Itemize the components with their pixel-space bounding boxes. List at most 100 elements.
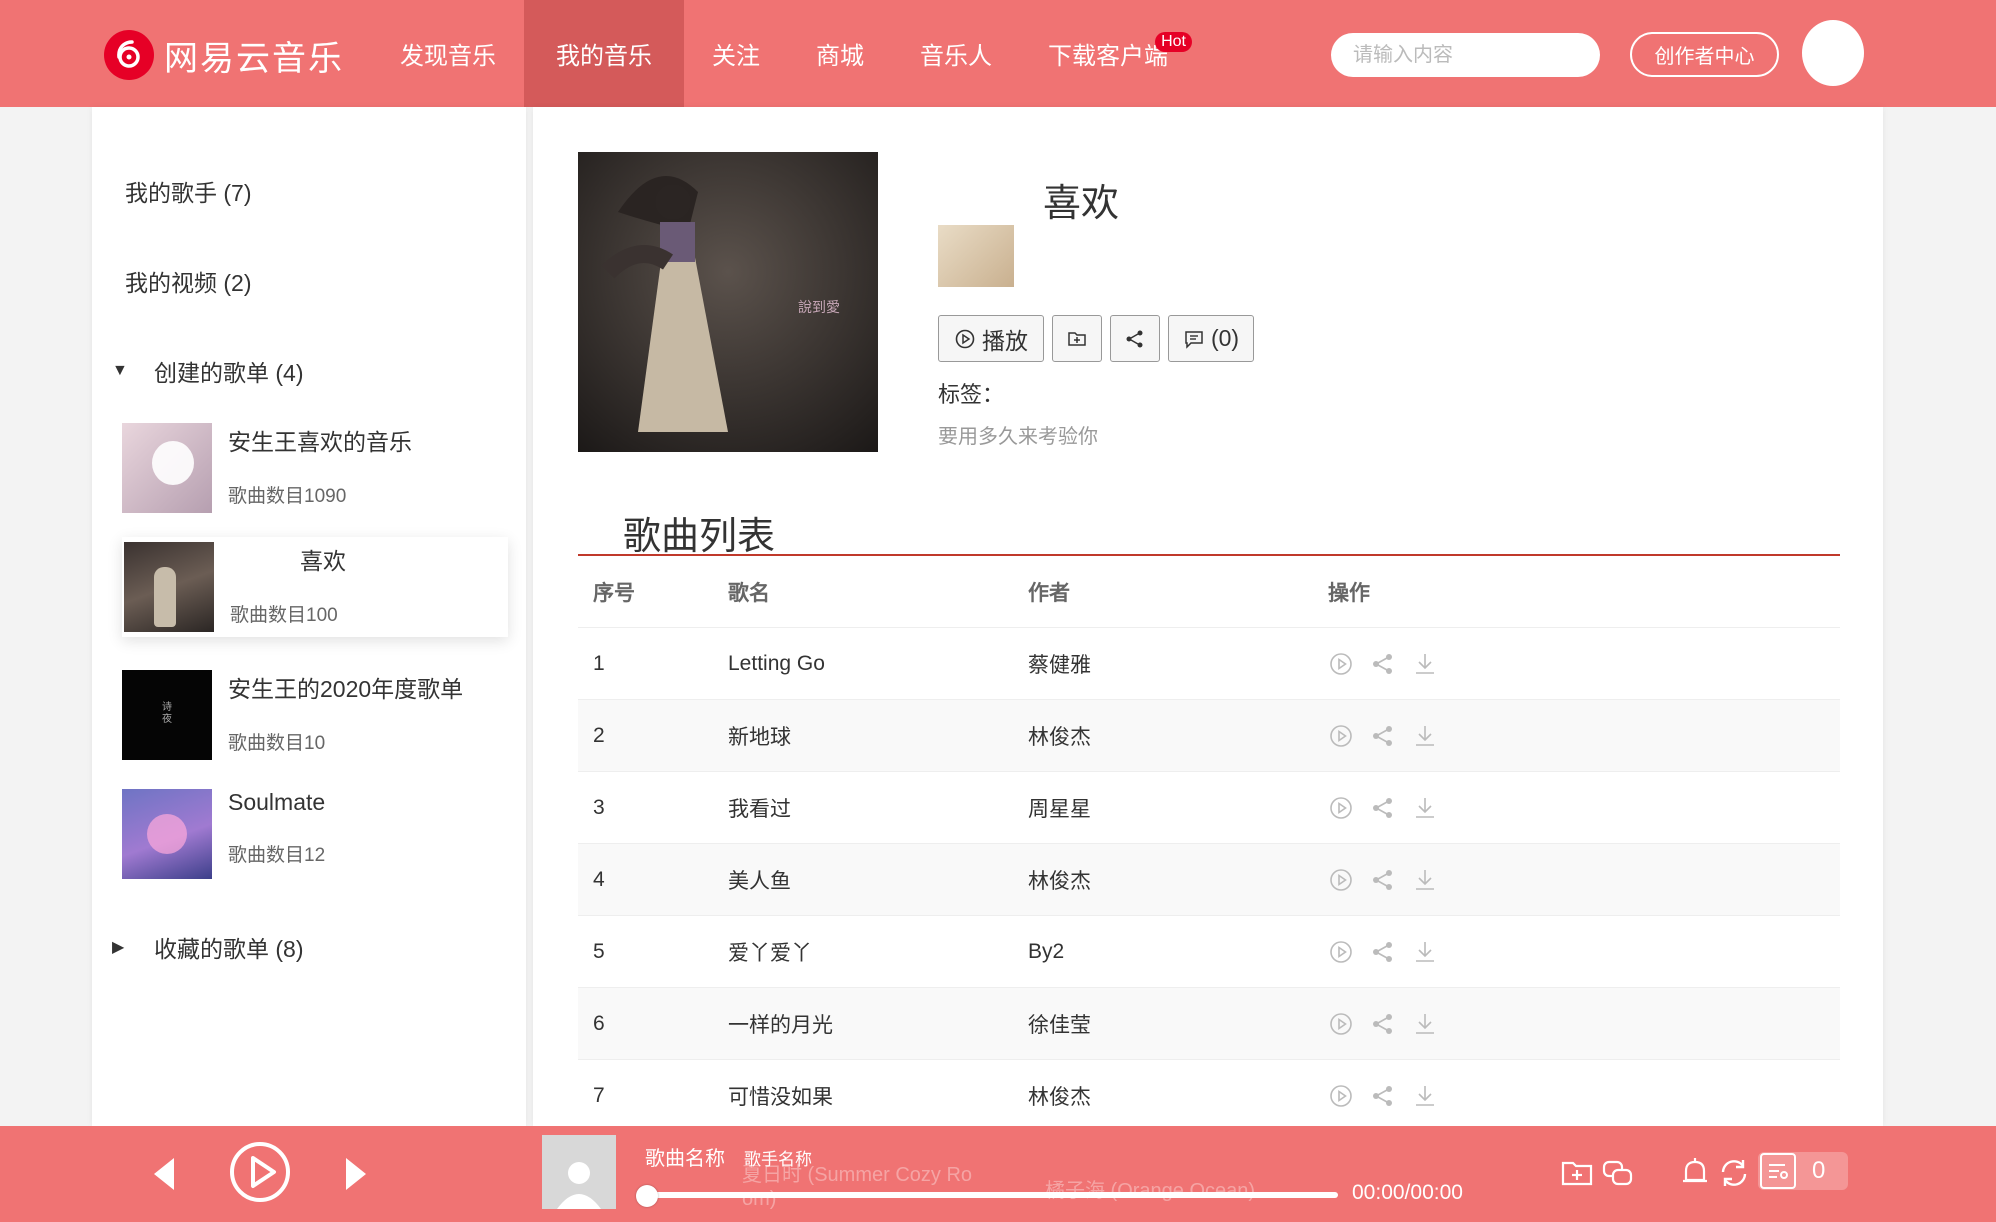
loop-icon[interactable]: [1717, 1156, 1751, 1190]
song-artist[interactable]: 蔡健雅: [1028, 649, 1328, 679]
play-song-icon[interactable]: [1328, 795, 1354, 821]
nav-store[interactable]: 商城: [788, 0, 892, 107]
folder-plus-icon: [1068, 331, 1086, 346]
song-artist[interactable]: 林俊杰: [1028, 865, 1328, 895]
sidebar-collected-playlists-toggle[interactable]: ▶ 收藏的歌单 (8): [112, 930, 304, 964]
logo[interactable]: 网易云音乐: [104, 30, 344, 80]
song-artist[interactable]: 林俊杰: [1028, 721, 1328, 751]
share-song-icon[interactable]: [1370, 723, 1396, 749]
song-name[interactable]: 一样的月光: [728, 1009, 1028, 1039]
table-row[interactable]: 6 一样的月光 徐佳莹: [578, 988, 1840, 1060]
song-table: 序号 歌名 作者 操作 1 Letting Go 蔡健雅 2 新地球 林俊杰 3 我看过 周星星…: [578, 556, 1840, 1132]
play-song-icon[interactable]: [1328, 723, 1354, 749]
comment-count: (0): [1210, 325, 1240, 351]
play-all-button[interactable]: 播放: [938, 315, 1044, 362]
sidebar-my-videos[interactable]: 我的视频 (2): [125, 264, 252, 298]
share-song-icon[interactable]: [1370, 1083, 1396, 1109]
creator-avatar[interactable]: [938, 225, 1014, 287]
song-artist[interactable]: 周星星: [1028, 793, 1328, 823]
share-song-icon[interactable]: [1370, 1011, 1396, 1037]
song-name[interactable]: Letting Go: [728, 652, 1028, 676]
creator-center-button[interactable]: 创作者中心: [1630, 32, 1779, 77]
add-to-folder-button[interactable]: [1052, 315, 1102, 362]
table-row[interactable]: 5 爱丫爱丫 By2: [578, 916, 1840, 988]
download-song-icon[interactable]: [1412, 939, 1438, 965]
share-song-icon[interactable]: [1370, 795, 1396, 821]
table-row[interactable]: 4 美人鱼 林俊杰: [578, 844, 1840, 916]
sidebar-created-playlists-toggle[interactable]: ▼ 创建的歌单 (4): [112, 354, 304, 388]
nav-follow[interactable]: 关注: [684, 0, 788, 107]
previous-icon[interactable]: [150, 1154, 178, 1194]
chat-bubbles-icon[interactable]: [1601, 1156, 1635, 1190]
playlist-name: 喜欢: [300, 548, 346, 574]
comments-button[interactable]: (0): [1168, 315, 1254, 362]
play-song-icon[interactable]: [1328, 1011, 1354, 1037]
song-artist[interactable]: 徐佳莹: [1028, 1009, 1328, 1039]
user-avatar[interactable]: [1802, 20, 1864, 86]
download-song-icon[interactable]: [1412, 867, 1438, 893]
playlist-item[interactable]: 安生王喜欢的音乐 歌曲数目1090: [122, 418, 502, 518]
play-icon[interactable]: [228, 1140, 292, 1204]
progress-track[interactable]: [646, 1192, 1338, 1198]
progress-knob[interactable]: [636, 1185, 658, 1207]
table-row[interactable]: 7 可惜没如果 林俊杰: [578, 1060, 1840, 1132]
song-artist[interactable]: 林俊杰: [1028, 1081, 1328, 1111]
nav-my-music[interactable]: 我的音乐: [524, 0, 684, 107]
download-song-icon[interactable]: [1412, 1083, 1438, 1109]
now-playing-thumbnail: [542, 1135, 616, 1209]
sidebar-my-singers[interactable]: 我的歌手 (7): [125, 174, 252, 208]
playlist-queue-button[interactable]: 0: [1758, 1152, 1848, 1190]
download-song-icon[interactable]: [1412, 795, 1438, 821]
song-name[interactable]: 新地球: [728, 721, 1028, 751]
nav-discover[interactable]: 发现音乐: [372, 0, 524, 107]
share-icon: [1126, 330, 1143, 347]
tags-label: 标签：: [938, 382, 1005, 407]
player-bar: 夏日时 (Summer Cozy Ro om) 橘子海 (Orange Ocea…: [0, 1126, 1996, 1222]
folder-plus-icon[interactable]: [1560, 1156, 1594, 1190]
song-name[interactable]: 我看过: [728, 793, 1028, 823]
play-song-icon[interactable]: [1328, 867, 1354, 893]
playlist-item[interactable]: Soulmate 歌曲数目12: [122, 784, 502, 884]
col-index: 序号: [593, 581, 635, 605]
col-name: 歌名: [728, 581, 770, 605]
table-row[interactable]: 1 Letting Go 蔡健雅: [578, 628, 1840, 700]
song-name[interactable]: 美人鱼: [728, 865, 1028, 895]
netease-logo-icon: [104, 30, 154, 80]
playlist-item-active[interactable]: 喜欢 歌曲数目100: [122, 537, 508, 637]
play-song-icon[interactable]: [1328, 651, 1354, 677]
table-header: 序号 歌名 作者 操作: [578, 556, 1840, 628]
table-row[interactable]: 2 新地球 林俊杰: [578, 700, 1840, 772]
play-song-icon[interactable]: [1328, 939, 1354, 965]
song-artist[interactable]: By2: [1028, 940, 1328, 964]
song-name[interactable]: 爱丫爱丫: [728, 937, 1028, 967]
album-cover-image: 說到愛: [578, 152, 878, 452]
playlist-detail-panel: 說到愛 喜欢 播放 (0) 标签： 要用多久来考验你 歌曲列表 序号 歌名 作者…: [533, 107, 1883, 1132]
song-list-title: 歌曲列表: [623, 516, 776, 558]
download-song-icon[interactable]: [1412, 723, 1438, 749]
playlist-name: 安生王喜欢的音乐: [228, 429, 412, 455]
play-song-icon[interactable]: [1328, 1083, 1354, 1109]
download-song-icon[interactable]: [1412, 651, 1438, 677]
playlist-count: 歌曲数目12: [228, 845, 326, 866]
bell-icon[interactable]: [1678, 1156, 1712, 1190]
song-index: 5: [593, 939, 605, 963]
next-icon[interactable]: [342, 1154, 370, 1194]
share-song-icon[interactable]: [1370, 651, 1396, 677]
table-row[interactable]: 3 我看过 周星星: [578, 772, 1840, 844]
share-song-icon[interactable]: [1370, 867, 1396, 893]
playlist-title: 喜欢: [1043, 183, 1120, 225]
nav-label: 音乐人: [920, 43, 992, 70]
share-button[interactable]: [1110, 315, 1160, 362]
song-name[interactable]: 可惜没如果: [728, 1081, 1028, 1111]
playlist-item[interactable]: 诗夜 安生王的2020年度歌单 歌曲数目10: [122, 665, 502, 765]
ghost-artist-text: 橘子海 (Orange Ocean): [1045, 1180, 1256, 1202]
col-artist: 作者: [1028, 581, 1070, 605]
download-song-icon[interactable]: [1412, 1011, 1438, 1037]
search-input[interactable]: [1353, 43, 1618, 67]
song-index: 7: [593, 1083, 605, 1107]
song-index: 2: [593, 723, 605, 747]
nav-download-client[interactable]: 下载客户端 Hot: [1020, 0, 1196, 107]
col-actions: 操作: [1328, 581, 1370, 605]
share-song-icon[interactable]: [1370, 939, 1396, 965]
nav-musician[interactable]: 音乐人: [892, 0, 1020, 107]
